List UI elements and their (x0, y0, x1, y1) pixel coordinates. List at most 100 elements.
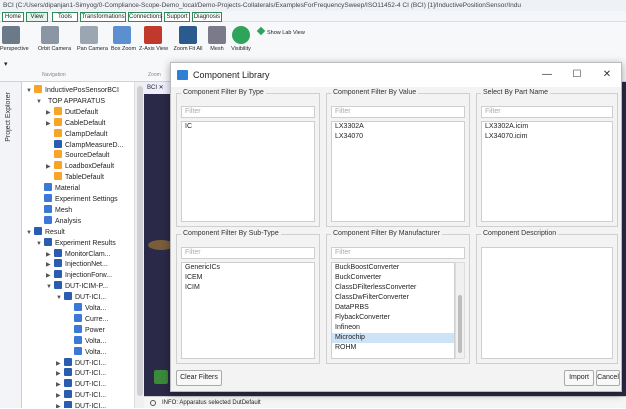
tree-item[interactable]: Curre... (66, 313, 108, 325)
list-item[interactable]: LX3302A (332, 122, 464, 132)
value-filter-input[interactable]: Filter (331, 106, 465, 118)
filter-by-subtype-label: Component Filter By Sub-Type (181, 230, 281, 237)
tree-item[interactable]: Analysis (36, 215, 82, 227)
manufacturer-scrollbar[interactable] (455, 262, 465, 359)
tree-toggle-icon[interactable]: ▼ (36, 97, 44, 108)
tree-toggle-icon[interactable]: ▶ (56, 402, 64, 408)
list-item[interactable]: DataPRBS (332, 303, 454, 313)
tree-node-icon (44, 183, 52, 192)
tree-item[interactable]: ▶ MonitorClam... (46, 248, 111, 260)
list-item[interactable]: FlybackConverter (332, 313, 454, 323)
tree-item[interactable]: ▶ CableDefault (46, 117, 105, 129)
tree-node-icon (64, 390, 72, 399)
tree-item-label: DUT-ICI... (75, 294, 107, 302)
cancel-button[interactable]: Cancel (596, 370, 620, 386)
tree-item[interactable]: ▼ DUT-ICI... (56, 292, 106, 303)
tree-item[interactable]: Volta... (66, 303, 106, 314)
close-button[interactable]: ✕ (593, 63, 621, 87)
tree-item[interactable]: ▶ DUT-ICI... (56, 368, 106, 379)
tree-item[interactable]: ▼ InductivePosSensorBCI (26, 85, 119, 96)
list-item[interactable]: BuckBoostConverter (332, 263, 454, 273)
tree-item[interactable]: ClampDefault (46, 128, 107, 140)
project-explorer-tab[interactable]: Project Explorer (5, 92, 12, 142)
tree-item[interactable]: ClampMeasureD... (46, 139, 123, 151)
tab-support[interactable]: Support (164, 12, 190, 22)
tree-item[interactable]: Material (36, 183, 80, 194)
list-item[interactable]: IC (182, 122, 314, 132)
tree-item[interactable]: ▶ InjectionNet... (46, 259, 108, 270)
list-item[interactable]: ICIM (182, 283, 314, 293)
manufacturer-scrollbar-thumb[interactable] (458, 295, 462, 353)
tree-item[interactable]: ▶ DUT-ICI... (56, 379, 106, 390)
minimize-button[interactable]: — (533, 63, 561, 87)
tree-scrollbar-thumb[interactable] (137, 86, 143, 396)
tree-item[interactable]: ▶ DutDefault (46, 106, 98, 118)
maximize-button[interactable]: ☐ (563, 63, 591, 87)
list-item[interactable]: ICEM (182, 273, 314, 283)
tree-toggle-icon[interactable]: ▼ (36, 239, 44, 250)
box-zoom-button[interactable]: Box Zoom (111, 24, 136, 74)
list-item[interactable]: ClassDwFilterConverter (332, 293, 454, 303)
orbit-camera-button[interactable]: Orbit Camera (38, 24, 71, 74)
list-item[interactable]: ROHM (332, 343, 454, 353)
value-list[interactable]: LX3302A LX34070 (331, 121, 465, 222)
list-item[interactable]: Microchip (332, 333, 454, 343)
tree-item[interactable]: ▶ LoadboxDefault (46, 161, 114, 172)
clear-filters-button[interactable]: Clear Filters (176, 370, 222, 386)
tree-item[interactable]: TableDefault (46, 172, 104, 183)
tree-item[interactable]: ▼ DUT-ICIM-P... (46, 281, 108, 292)
tree-scrollbar[interactable] (134, 82, 144, 408)
tree-node-icon (34, 85, 42, 93)
tab-transformations[interactable]: Transformations (80, 12, 126, 22)
pan-camera-button[interactable]: Pan Camera (77, 24, 108, 74)
tree-toggle-icon[interactable]: ▼ (26, 228, 34, 239)
type-list[interactable]: IC (181, 121, 315, 222)
ribbon-expand-icon[interactable]: ▾ (4, 60, 8, 68)
tab-view[interactable]: View (26, 12, 48, 22)
part-filter-input[interactable]: Filter (481, 106, 613, 118)
tab-diagnosis[interactable]: Diagnosis (192, 12, 222, 22)
tab-tools[interactable]: Tools (52, 12, 78, 22)
tree-item-label: Analysis (55, 217, 82, 225)
list-item[interactable]: LX34070.icim (482, 132, 612, 142)
manufacturer-list[interactable]: BuckBoostConverter BuckConverter ClassDFil… (331, 262, 455, 359)
subtype-filter-input[interactable]: Filter (181, 247, 315, 259)
tree-toggle-icon[interactable]: ▼ (26, 86, 34, 97)
type-filter-input[interactable]: Filter (181, 106, 315, 118)
tree-item[interactable]: Mesh (36, 204, 72, 216)
list-item[interactable]: BuckConverter (332, 273, 454, 283)
manufacturer-filter-input[interactable]: Filter (331, 247, 465, 259)
tree-node-icon (74, 313, 82, 322)
tree-item-label: DUT-ICI... (75, 359, 107, 367)
list-item[interactable]: ClassDFilterlessConverter (332, 283, 454, 293)
list-item[interactable]: LX3302A.icim (482, 122, 612, 132)
tree-item[interactable]: ▼ Result (26, 226, 65, 239)
z-axis-view-button[interactable]: Z-Axis View (139, 24, 168, 74)
tree-item[interactable]: ▶ InjectionForw... (46, 270, 112, 281)
tree-item[interactable]: ▼ Experiment Results (36, 237, 116, 250)
tree-item[interactable]: Power (66, 324, 105, 336)
tab-home[interactable]: Home (2, 12, 24, 22)
tree-item[interactable]: ▶ DUT-ICI... (56, 390, 106, 401)
tree-item[interactable]: ▶ DUT-ICI... (56, 357, 107, 369)
part-list[interactable]: LX3302A.icim LX34070.icim (481, 121, 613, 222)
tab-connections[interactable]: Connections (128, 12, 162, 22)
tree-item[interactable]: SourceDefault (46, 150, 109, 161)
import-button[interactable]: Import (564, 370, 594, 386)
list-item[interactable]: Infineon (332, 323, 454, 333)
list-item[interactable]: GenericICs (182, 263, 314, 273)
tree-item-label: DUT-ICI... (75, 370, 107, 378)
tree-item[interactable]: ▶ DUT-ICI... (56, 401, 106, 408)
tree-item-label: MonitorClam... (65, 250, 111, 258)
tree-item[interactable]: ▼ TOP APPARATUS (36, 96, 105, 107)
tree-toggle-icon[interactable]: ▼ (56, 293, 64, 304)
tree-toggle-icon[interactable]: ▼ (46, 282, 54, 293)
tree-item[interactable]: Volta... (66, 346, 106, 358)
tree-node-icon (74, 335, 82, 344)
show-lab-view-button[interactable]: Show Lab View (256, 26, 305, 36)
tree-item[interactable]: Volta... (66, 335, 106, 347)
subtype-list[interactable]: GenericICs ICEM ICIM (181, 262, 315, 359)
list-item[interactable]: LX34070 (332, 132, 464, 142)
tree-item[interactable]: Experiment Settings (36, 194, 118, 205)
tree-node-icon (54, 150, 62, 159)
